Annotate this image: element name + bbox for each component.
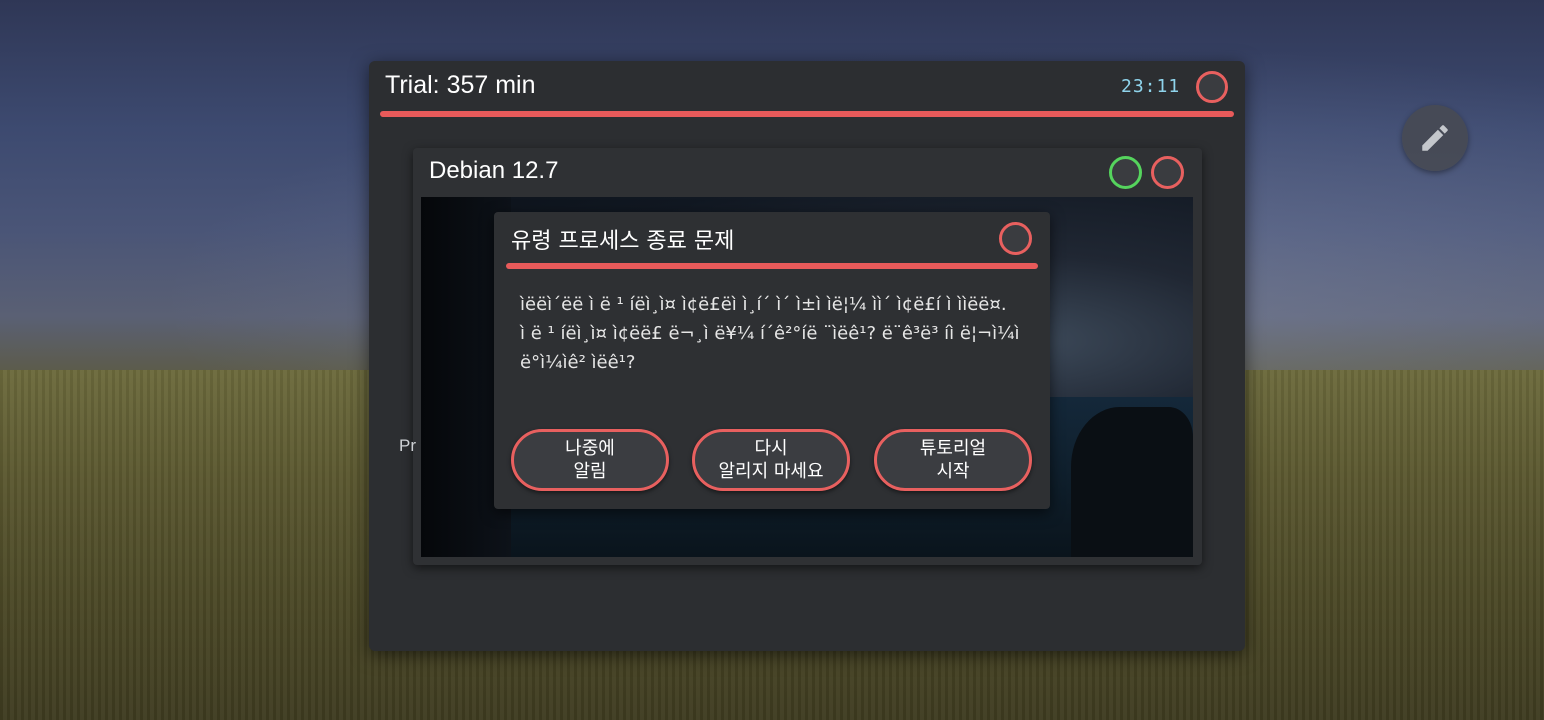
outer-accent-bar (380, 111, 1234, 117)
dialog-message: ìëëì´ëë ì ë ¹ íëì¸ì¤ ì¢ë£ëì ì¸í´ ì´ ì±ì … (520, 294, 1020, 373)
outer-close-button[interactable] (1196, 71, 1228, 103)
partial-side-label: Pr (399, 436, 416, 455)
start-tutorial-button[interactable]: 튜토리얼 시작 (874, 429, 1032, 491)
dont-remind-button[interactable]: 다시 알리지 마세요 (692, 429, 850, 491)
dialog-accent-bar (506, 263, 1038, 269)
dialog-title: 유령 프로세스 종료 문제 (511, 229, 735, 254)
edit-button[interactable] (1402, 105, 1468, 171)
vm-title: Debian 12.7 (429, 157, 559, 184)
screen-rock-right (1071, 407, 1193, 557)
vm-close-button[interactable] (1151, 156, 1184, 189)
pencil-icon (1422, 125, 1448, 151)
trial-title: Trial: 357 min (385, 71, 536, 99)
ghost-process-dialog: 유령 프로세스 종료 문제 ìëëì´ëë ì ë ¹ íëì¸ì¤ ì¢ë£ë… (494, 212, 1050, 509)
remind-later-button[interactable]: 나중에 알림 (511, 429, 669, 491)
clock-display: 23:11 (1121, 76, 1181, 97)
dialog-close-button[interactable] (999, 222, 1032, 255)
vm-maximize-button[interactable] (1109, 156, 1142, 189)
